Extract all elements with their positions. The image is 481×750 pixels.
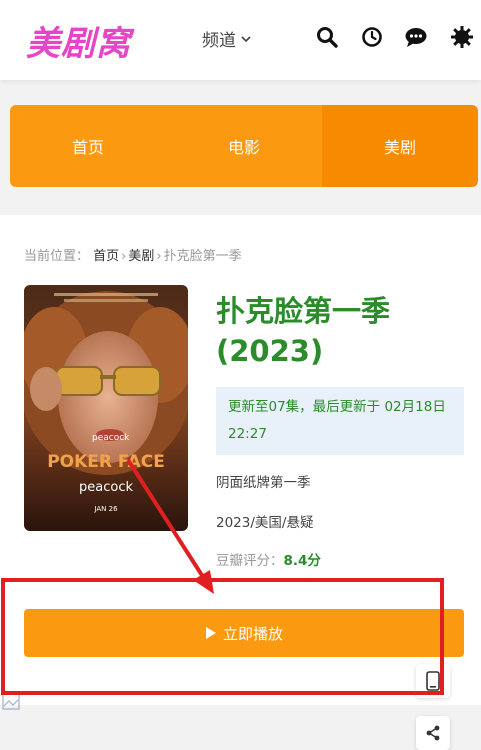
broken-image-icon — [2, 692, 20, 710]
poster-brand-text: peacock — [92, 433, 130, 443]
chat-icon[interactable] — [403, 24, 429, 50]
nav-item-label: 美剧 — [383, 138, 416, 157]
share-icon — [426, 725, 440, 741]
mobile-view-button[interactable] — [416, 664, 450, 698]
nav-item-home[interactable]: 首页 — [10, 105, 166, 187]
show-title: 扑克脸第一季(2023) — [216, 294, 391, 368]
theme-icon[interactable] — [449, 24, 475, 50]
nav-item-label: 电影 — [227, 138, 260, 157]
channel-label: 频道 — [202, 31, 236, 51]
breadcrumb-category-link[interactable]: 美剧 — [128, 249, 154, 264]
breadcrumb-current: 扑克脸第一季 — [163, 249, 242, 264]
show-poster[interactable]: peacock POKER FACE peacock JAN 26 — [24, 285, 188, 531]
search-icon[interactable] — [314, 24, 340, 50]
nav-item-movies[interactable]: 电影 — [166, 105, 322, 187]
channel-dropdown[interactable]: 频道 — [202, 26, 252, 51]
site-logo[interactable]: 美剧窝 — [26, 16, 131, 65]
rating-value: 8.4分 — [283, 553, 321, 569]
breadcrumb-separator: › — [121, 249, 127, 264]
breadcrumb: 当前位置： 首页 › 美剧 › 扑克脸第一季 — [24, 245, 242, 264]
poster-brand-text: peacock — [79, 480, 133, 495]
breadcrumb-home-link[interactable]: 首页 — [93, 249, 119, 264]
rating-label: 豆瓣评分： — [216, 553, 284, 569]
play-icon — [205, 627, 216, 639]
breadcrumb-prefix: 当前位置： — [24, 249, 90, 264]
nav-item-us-tv[interactable]: 美剧 — [322, 105, 478, 187]
show-rating: 豆瓣评分：8.4分 — [216, 549, 321, 569]
play-button-label: 立即播放 — [222, 624, 283, 643]
main-nav: 首页 电影 美剧 — [10, 105, 478, 187]
poster-date-text: JAN 26 — [93, 505, 118, 513]
detail-card: 当前位置： 首页 › 美剧 › 扑克脸第一季 peacock POKER FAC… — [0, 215, 481, 705]
site-header: 美剧窝 频道 — [0, 0, 481, 80]
chevron-down-icon — [241, 35, 251, 42]
share-button[interactable] — [416, 716, 450, 750]
play-now-button[interactable]: 立即播放 — [24, 609, 464, 657]
show-alt-name: 阴面纸牌第一季 — [216, 475, 311, 491]
breadcrumb-separator: › — [156, 249, 162, 264]
nav-item-label: 首页 — [71, 138, 104, 157]
update-status: 更新至07集，最后更新于 02月18日 22:27 — [216, 387, 464, 455]
mobile-icon — [426, 671, 440, 691]
show-meta: 2023/美国/悬疑 — [216, 515, 314, 531]
history-icon[interactable] — [359, 24, 385, 50]
poster-title-text: POKER FACE — [47, 452, 165, 472]
